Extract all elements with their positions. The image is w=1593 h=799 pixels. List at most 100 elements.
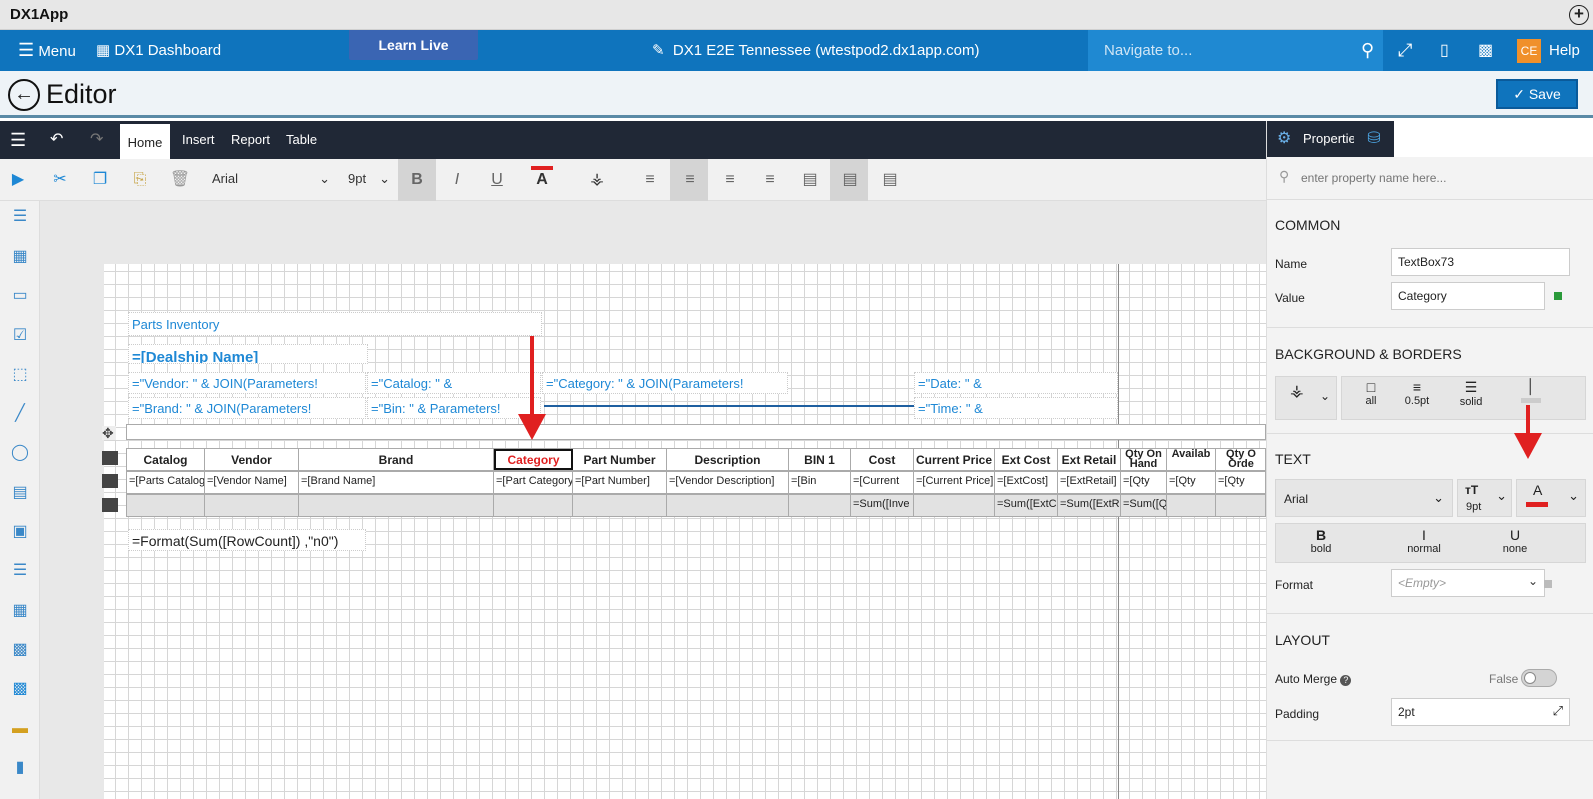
sparkline-icon[interactable]: ▬ xyxy=(9,718,31,740)
border-width-button[interactable]: ≡ 0.5pt xyxy=(1397,379,1437,407)
navigate-input[interactable]: Navigate to... xyxy=(1088,30,1383,71)
report-page[interactable]: Parts Inventory =[Dealship Name] ="Vendo… xyxy=(102,264,1266,799)
hdr-cell-0[interactable]: Catalog xyxy=(127,449,205,470)
det-cell-13[interactable]: =[Qty xyxy=(1216,472,1266,493)
param-date[interactable]: ="Date: " & xyxy=(914,372,1118,394)
det-cell-8[interactable]: =[Current Price] xyxy=(914,472,995,493)
container-icon[interactable]: ⬚ xyxy=(9,364,31,386)
help-link[interactable]: Help xyxy=(1549,30,1580,71)
paste-icon[interactable]: ⎘ xyxy=(126,167,154,193)
checkbox-icon[interactable]: ☑ xyxy=(9,325,31,347)
auto-merge-toggle[interactable] xyxy=(1521,669,1557,687)
delete-icon[interactable]: 🗑 xyxy=(166,167,194,193)
move-handle-icon[interactable]: ✥ xyxy=(102,426,116,440)
row-count-footer[interactable]: =Format(Sum([RowCount]) ,"n0") xyxy=(128,529,366,551)
selected-category-cell[interactable]: Category xyxy=(494,449,573,470)
table-column-handles[interactable] xyxy=(126,424,1266,440)
hdr-cell-10[interactable]: Ext Retail xyxy=(1058,449,1121,470)
hdr-cell-12[interactable]: Availab xyxy=(1167,449,1216,470)
align-justify-icon[interactable]: ≡ xyxy=(756,167,784,193)
det-cell-3[interactable]: =[Part Category xyxy=(494,472,573,493)
undo-icon[interactable]: ↶ xyxy=(50,121,63,159)
det-cell-10[interactable]: =[ExtRetail] xyxy=(1058,472,1121,493)
list-icon[interactable]: ☰ xyxy=(9,560,31,582)
chart-icon[interactable]: ▩ xyxy=(9,678,31,700)
tot-cell-10[interactable]: =Sum([ExtR xyxy=(1058,495,1121,516)
help-icon[interactable]: ? xyxy=(1340,675,1352,686)
tot-cell-5[interactable] xyxy=(667,495,789,516)
text-color-button[interactable]: A xyxy=(528,167,556,193)
align-left-icon[interactable]: ≡ xyxy=(636,167,664,193)
det-cell-5[interactable]: =[Vendor Description] xyxy=(667,472,789,493)
table-icon[interactable]: ▦ xyxy=(9,600,31,622)
hdr-cell-8[interactable]: Current Price xyxy=(914,449,995,470)
tot-cell-7[interactable]: =Sum([Inve xyxy=(851,495,914,516)
bold-button[interactable]: B xyxy=(403,167,431,193)
report-canvas[interactable]: Parts Inventory =[Dealship Name] ="Vendo… xyxy=(40,201,1266,799)
det-cell-2[interactable]: =[Brand Name] xyxy=(299,472,494,493)
row-handle-detail[interactable] xyxy=(102,474,118,488)
shape-icon[interactable]: ◯ xyxy=(9,442,31,464)
dashboard-button[interactable]: ▦ DX1 Dashboard xyxy=(96,30,221,71)
search-icon[interactable]: ⚲ xyxy=(1361,30,1374,71)
border-style-button[interactable]: ☰ solid xyxy=(1451,379,1491,408)
fullscreen-icon[interactable]: ⤢ xyxy=(1398,30,1412,71)
det-cell-0[interactable]: =[Parts Catalog xyxy=(127,472,205,493)
tot-cell-9[interactable]: =Sum([ExtC xyxy=(995,495,1058,516)
det-cell-7[interactable]: =[Current xyxy=(851,472,914,493)
copy-icon[interactable]: ❐ xyxy=(86,167,114,193)
format-select[interactable]: <Empty> ⌄ xyxy=(1391,569,1545,597)
font-style-button[interactable]: Inormal xyxy=(1399,527,1449,555)
fill-color-icon[interactable]: ⚶ xyxy=(583,167,611,193)
valign-bottom-icon[interactable]: ▤ xyxy=(876,167,904,193)
tab-properties[interactable]: ⚙ Properties xyxy=(1267,121,1368,157)
cut-icon[interactable]: ✂ xyxy=(46,167,74,193)
valign-top-icon[interactable]: ▤ xyxy=(796,167,824,193)
expression-indicator[interactable] xyxy=(1544,580,1552,588)
tot-cell-0[interactable] xyxy=(127,495,205,516)
add-icon[interactable]: + xyxy=(1569,5,1589,25)
components-icon[interactable]: ▦ xyxy=(9,246,31,268)
row-handle-total[interactable] xyxy=(102,498,118,512)
back-icon[interactable]: ← xyxy=(8,79,40,111)
barcode-icon[interactable]: ▮ xyxy=(9,757,31,779)
align-center-icon[interactable]: ≡ xyxy=(676,167,704,193)
expression-indicator[interactable] xyxy=(1554,292,1562,300)
font-select[interactable]: Arial ⌄ xyxy=(212,171,330,193)
image-icon[interactable]: ▣ xyxy=(9,521,31,543)
user-avatar[interactable]: CE xyxy=(1517,39,1541,63)
param-time[interactable]: ="Time: " & xyxy=(914,397,1118,419)
param-category[interactable]: ="Category: " & JOIN(Parameters! xyxy=(542,372,788,394)
play-icon[interactable]: ▶ xyxy=(4,167,32,193)
hdr-cell-11[interactable]: Qty On Hand xyxy=(1121,449,1167,470)
underline-button[interactable]: U xyxy=(483,167,511,193)
tot-cell-1[interactable] xyxy=(205,495,299,516)
hdr-cell-9[interactable]: Ext Cost xyxy=(995,449,1058,470)
property-search-input[interactable] xyxy=(1301,167,1571,189)
align-right-icon[interactable]: ≡ xyxy=(716,167,744,193)
tab-data[interactable]: ⛁ xyxy=(1354,121,1593,157)
hdr-cell-4[interactable]: Part Number xyxy=(573,449,667,470)
tot-cell-8[interactable] xyxy=(914,495,995,516)
text-decoration-button[interactable]: Unone xyxy=(1495,527,1535,555)
tab-home[interactable]: Home xyxy=(120,121,170,159)
row-handle-header[interactable] xyxy=(102,451,118,465)
param-vendor[interactable]: ="Vendor: " & JOIN(Parameters! xyxy=(128,372,366,394)
text-color-picker[interactable]: A ⌄ xyxy=(1516,479,1586,517)
det-cell-6[interactable]: =[Bin xyxy=(789,472,851,493)
value-input[interactable]: Category xyxy=(1391,282,1545,310)
name-input[interactable]: TextBox73 xyxy=(1391,248,1570,276)
param-brand[interactable]: ="Brand: " & JOIN(Parameters! xyxy=(128,397,366,419)
font-weight-button[interactable]: Bbold xyxy=(1301,527,1341,555)
hamburger-icon[interactable]: ☰ xyxy=(10,121,26,159)
hierarchy-icon[interactable]: ☰ xyxy=(9,206,31,228)
redo-icon[interactable]: ↷ xyxy=(90,121,103,159)
chat-icon[interactable]: ▩ xyxy=(1478,30,1493,71)
property-search[interactable]: ⚲ xyxy=(1275,165,1586,191)
border-all-button[interactable]: □ all xyxy=(1351,379,1391,407)
background-color-picker[interactable]: ⚶ ⌄ xyxy=(1275,376,1337,420)
mobile-icon[interactable]: ▯ xyxy=(1440,30,1449,71)
expand-icon[interactable]: ⤢ xyxy=(1553,703,1563,719)
hdr-cell-6[interactable]: BIN 1 xyxy=(789,449,851,470)
tablix-icon[interactable]: ▩ xyxy=(9,639,31,661)
